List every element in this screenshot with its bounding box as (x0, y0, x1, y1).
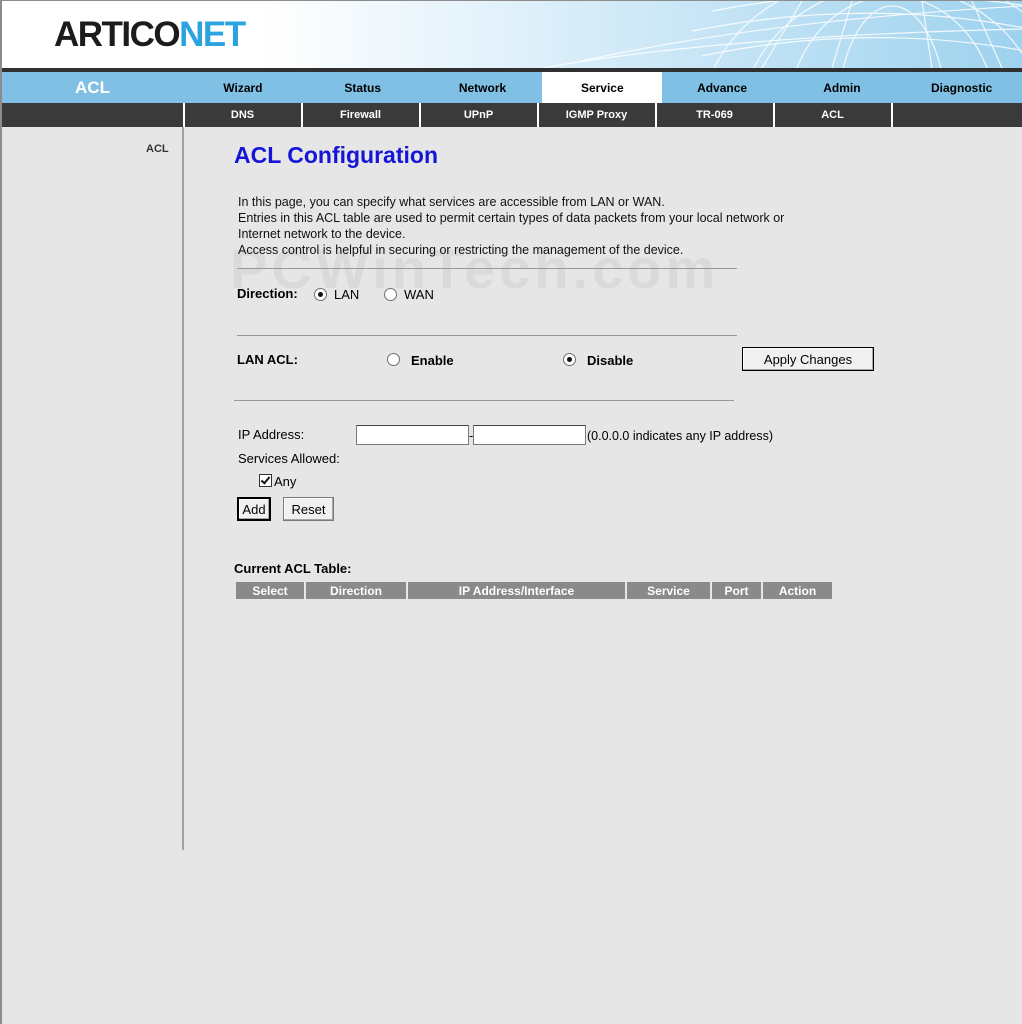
direction-wan-radio[interactable] (384, 288, 397, 301)
tab-service[interactable]: Service (542, 72, 663, 103)
acl-table-header: Select Direction IP Address/Interface Se… (236, 582, 832, 599)
globe-graphic-icon (541, 1, 1022, 68)
lan-acl-disable-radio[interactable] (563, 353, 576, 366)
tab-status[interactable]: Status (303, 72, 423, 103)
ip-address-label: IP Address: (238, 427, 305, 442)
sidebar-item-acl[interactable]: ACL (146, 143, 169, 155)
tab-admin[interactable]: Admin (782, 72, 902, 103)
column-header-select: Select (236, 582, 304, 599)
apply-changes-button[interactable]: Apply Changes (742, 347, 874, 371)
articonet-logo: ARTICONET (54, 15, 246, 55)
current-section-label: ACL (75, 77, 110, 97)
tab-wizard[interactable]: Wizard (183, 72, 303, 103)
reset-button[interactable]: Reset (283, 497, 334, 521)
page-title: ACL Configuration (234, 142, 438, 168)
services-allowed-label: Services Allowed: (238, 451, 340, 466)
direction-lan-label: LAN (334, 287, 360, 302)
logo-text-part2: NET (179, 15, 246, 54)
divider (237, 268, 737, 269)
window-left-border (0, 0, 2, 1024)
column-header-direction: Direction (306, 582, 406, 599)
service-any-label: Any (274, 474, 297, 489)
sidebar-divider (182, 127, 184, 850)
subtab-dns[interactable]: DNS (183, 103, 300, 127)
subtab-igmp-proxy[interactable]: IGMP Proxy (537, 103, 654, 127)
lan-acl-enable-radio[interactable] (387, 353, 400, 366)
intro-line: Entries in this ACL table are used to pe… (238, 211, 785, 225)
divider (234, 400, 734, 401)
divider (237, 335, 737, 336)
header: ARTICONET (2, 1, 1022, 68)
column-header-port: Port (712, 582, 761, 599)
column-header-ip-address: IP Address/Interface (408, 582, 625, 599)
direction-lan-radio[interactable] (314, 288, 327, 301)
ip-start-input[interactable] (356, 425, 469, 445)
subtab-divider (891, 103, 893, 127)
subtab-firewall[interactable]: Firewall (301, 103, 418, 127)
subtab-upnp[interactable]: UPnP (419, 103, 536, 127)
lan-acl-label: LAN ACL: (237, 352, 298, 367)
lan-acl-disable-label: Disable (587, 353, 634, 368)
ip-hint-text: (0.0.0.0 indicates any IP address) (587, 429, 773, 443)
main-nav: ACL Wizard Status Network Service Advanc… (2, 72, 1022, 103)
subtab-acl[interactable]: ACL (773, 103, 890, 127)
direction-wan-label: WAN (404, 287, 434, 302)
service-any-checkbox[interactable] (259, 474, 272, 487)
intro-line: Access control is helpful in securing or… (238, 243, 684, 257)
direction-label: Direction: (237, 286, 298, 301)
sub-nav: DNS Firewall UPnP IGMP Proxy TR-069 ACL (2, 103, 1022, 127)
add-button[interactable]: Add (237, 497, 271, 521)
logo-text-part1: ARTICO (54, 15, 181, 54)
column-header-service: Service (627, 582, 710, 599)
intro-text: In this page, you can specify what servi… (238, 194, 838, 258)
tab-advance[interactable]: Advance (662, 72, 782, 103)
ip-end-input[interactable] (473, 425, 586, 445)
intro-line: In this page, you can specify what servi… (238, 195, 665, 209)
column-header-action: Action (763, 582, 832, 599)
lan-acl-enable-label: Enable (411, 353, 454, 368)
acl-table-title: Current ACL Table: (234, 561, 352, 576)
tab-diagnostic[interactable]: Diagnostic (902, 72, 1022, 103)
checkmark-icon (260, 474, 271, 485)
tab-network[interactable]: Network (423, 72, 543, 103)
intro-line: Internet network to the device. (238, 227, 406, 241)
subtab-tr069[interactable]: TR-069 (655, 103, 772, 127)
